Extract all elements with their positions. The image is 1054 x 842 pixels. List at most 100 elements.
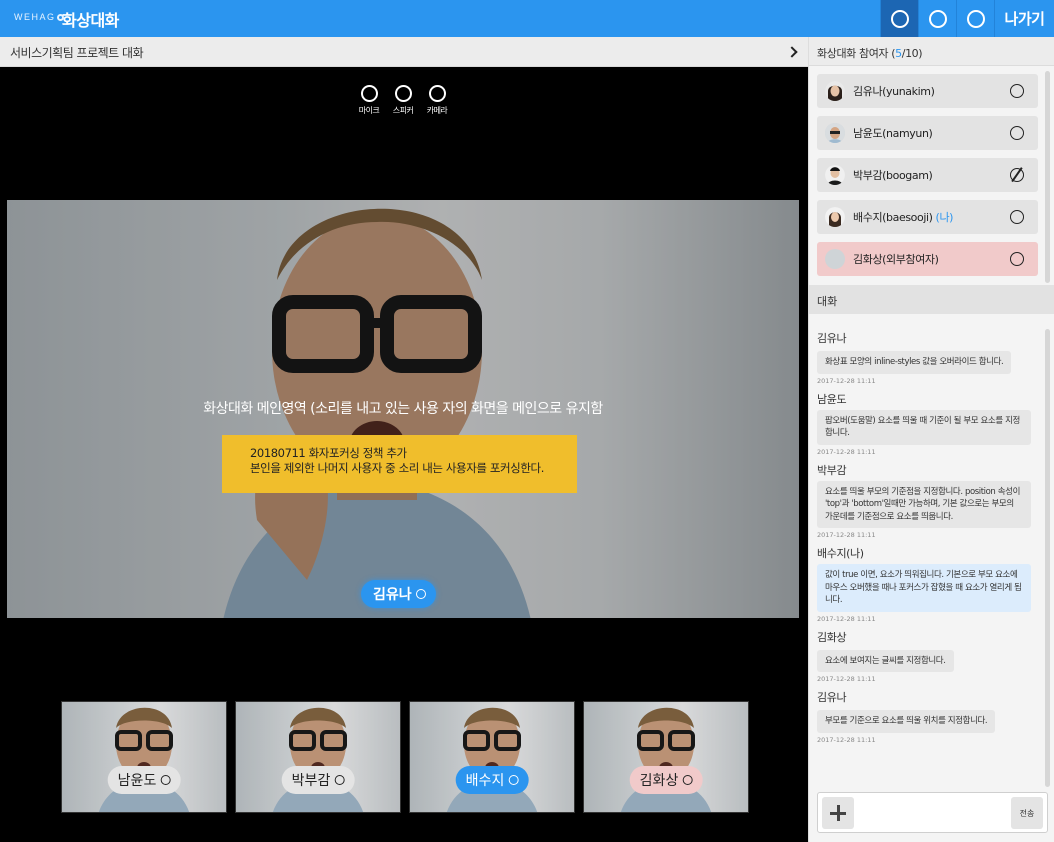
top-bar: WEHAG 화상대화 나가기 (0, 0, 1054, 37)
mic-control[interactable]: 마이크 (356, 85, 382, 116)
policy-note-line2: 본인을 제외한 나머지 사용자 중 소리 내는 사용자를 포커싱한다. (250, 461, 544, 475)
message-bubble: 요소에 보여지는 글씨를 지정합니다. (817, 649, 954, 672)
mic-on-icon[interactable] (1010, 126, 1024, 140)
participant-label: 김화상 (629, 766, 703, 794)
toolbar-button-1[interactable] (880, 0, 918, 37)
video-stage: 마이크 스피커 카메라 화상대화 메인영역 (소리를 내고 있는 사용 자의 화… (0, 67, 808, 842)
chat-scrollbar[interactable] (1045, 329, 1050, 787)
thumbnail-video[interactable]: 박부감 (235, 701, 401, 813)
mic-status-icon (415, 589, 426, 599)
chevron-right-icon[interactable] (786, 46, 798, 58)
message-bubble: 화상표 모양의 inline-styles 값을 오버라이드 합니다. (817, 351, 1012, 374)
thumbnail-video[interactable]: 김화상 (583, 701, 749, 813)
chat-messages: 김유나 화상표 모양의 inline-styles 값을 오버라이드 합니다. … (817, 330, 1041, 750)
participant-label: 남윤도 (107, 766, 181, 794)
message-time: 2017-12-28 11:11 (817, 376, 876, 385)
mic-status-icon (160, 775, 171, 785)
chat-message: 남윤도 팝오버(도움말) 요소를 띄울 때 기준이 될 부모 요소를 지정합니다… (817, 391, 1041, 456)
participant-label: 박부감 (281, 766, 355, 794)
participants-count-max: 10 (905, 47, 919, 60)
toolbar-button-2[interactable] (918, 0, 956, 37)
participants-count-current: 5 (895, 47, 902, 60)
message-sender: 김화상 (817, 630, 847, 644)
mic-on-icon[interactable] (1010, 84, 1024, 98)
message-time: 2017-12-28 11:11 (817, 614, 876, 623)
app-title: 화상대화 (62, 11, 119, 30)
message-time: 2017-12-28 11:11 (817, 447, 876, 456)
active-speaker-name: 김유나 (373, 587, 412, 603)
message-time: 2017-12-28 11:11 (817, 675, 876, 683)
participant-list: 김유나(yunakim) 남윤도(namyun) 박부감(boogam) 배수지… (817, 74, 1038, 284)
participant-name: 남윤도 (117, 773, 157, 789)
participant-name: 김유나(yunakim) (853, 85, 935, 98)
active-speaker-label: 김유나 (361, 580, 436, 608)
participant-item[interactable]: 남윤도(namyun) (817, 116, 1038, 150)
chat-header: 대화 (809, 285, 1054, 314)
camera-label: 카메라 (426, 106, 448, 115)
mic-status-icon (334, 775, 345, 785)
chat-message: 배수지(나) 값이 true 이면, 요소가 띄워집니다. 기본으로 부모 요소… (817, 545, 1041, 623)
side-panel: 화상대화 참여자 (5/10) 김유나(yunakim) 남윤도(namyun)… (808, 37, 1054, 842)
mic-muted-icon[interactable] (1010, 168, 1024, 182)
mic-label: 마이크 (358, 106, 380, 115)
top-actions: 나가기 (880, 0, 1054, 37)
policy-note: 20180711 화자포커싱 정책 추가 본인을 제외한 나머지 사용자 중 소… (222, 435, 577, 493)
exit-button[interactable]: 나가기 (994, 0, 1054, 37)
participant-name: 박부감 (291, 773, 331, 789)
participant-name: 배수지 (465, 773, 505, 789)
message-time: 2017-12-28 11:11 (817, 735, 876, 744)
brand-logo: WEHAG (14, 12, 64, 22)
mic-status-icon (508, 775, 519, 785)
speaker-icon (394, 85, 412, 102)
media-controls: 마이크 스피커 카메라 (356, 85, 450, 116)
participant-item[interactable]: 박부감(boogam) (817, 158, 1038, 192)
message-bubble: 팝오버(도움말) 요소를 띄울 때 기준이 될 부모 요소를 지정합니다. (817, 409, 1031, 445)
thumbnail-dim (236, 702, 400, 812)
thumbnail-video[interactable]: 배수지 (409, 701, 575, 813)
avatar (825, 165, 845, 185)
circle-icon (890, 9, 909, 28)
thumbnail-dim (410, 702, 574, 812)
avatar (825, 207, 845, 227)
participants-count-close: ) (918, 47, 923, 60)
message-sender: 김유나 (817, 691, 847, 704)
thumbnail-strip: 남윤도 박부감 배수지 김화상 (61, 701, 749, 813)
thumbnail-dim (62, 702, 226, 812)
chat-message: 김유나 화상표 모양의 inline-styles 값을 오버라이드 합니다. … (817, 330, 1041, 385)
participant-name: 김화상 (639, 773, 679, 789)
chat-message: 박부감 요소를 띄울 부모의 기준점을 지정합니다. position 속성이 … (817, 462, 1041, 539)
circle-icon (966, 9, 985, 28)
mic-status-icon (682, 775, 693, 785)
message-sender: 김유나 (817, 332, 847, 345)
avatar (825, 123, 845, 143)
send-button[interactable]: 전송 (1011, 797, 1043, 829)
thumbnail-video[interactable]: 남윤도 (61, 701, 227, 813)
room-title: 서비스기획팀 프로젝트 대화 (10, 46, 144, 60)
participant-item[interactable]: 김유나(yunakim) (817, 74, 1038, 108)
message-bubble: 부모를 기준으로 요소를 띄울 위치를 지정합니다. (817, 710, 996, 733)
toolbar-button-3[interactable] (956, 0, 994, 37)
message-sender: 남윤도 (817, 392, 847, 406)
main-video: 화상대화 메인영역 (소리를 내고 있는 사용 자의 화면을 메인으로 유지함 … (7, 200, 799, 618)
message-input[interactable] (860, 801, 1000, 825)
brand-logo-text: WEHAG (14, 12, 56, 22)
participant-item[interactable]: 김화상(외부참여자) (817, 242, 1038, 276)
attach-button[interactable] (822, 797, 854, 829)
thumbnail-dim (584, 702, 748, 812)
participants-heading: 화상대화 참여자 (817, 47, 889, 60)
avatar (825, 81, 845, 101)
speaker-control[interactable]: 스피커 (390, 85, 416, 116)
avatar (825, 249, 845, 269)
chat-message: 김화상 요소에 보여지는 글씨를 지정합니다. 2017-12-28 11:11 (817, 629, 1041, 683)
chat-input-box: 전송 (817, 792, 1048, 833)
policy-note-line1: 20180711 화자포커싱 정책 추가 (250, 446, 407, 460)
participant-scrollbar[interactable] (1045, 71, 1050, 283)
room-title-bar: 서비스기획팀 프로젝트 대화 (0, 37, 808, 67)
participant-name: 배수지(baesooji) (853, 211, 933, 224)
participant-item[interactable]: 배수지(baesooji) (나) (817, 200, 1038, 234)
chat-message: 김유나 부모를 기준으로 요소를 띄울 위치를 지정합니다. 2017-12-2… (817, 689, 1041, 744)
camera-control[interactable]: 카메라 (424, 85, 450, 116)
mic-on-icon[interactable] (1010, 252, 1024, 266)
message-sender: 배수지(나) (817, 547, 864, 560)
mic-on-icon[interactable] (1010, 210, 1024, 224)
